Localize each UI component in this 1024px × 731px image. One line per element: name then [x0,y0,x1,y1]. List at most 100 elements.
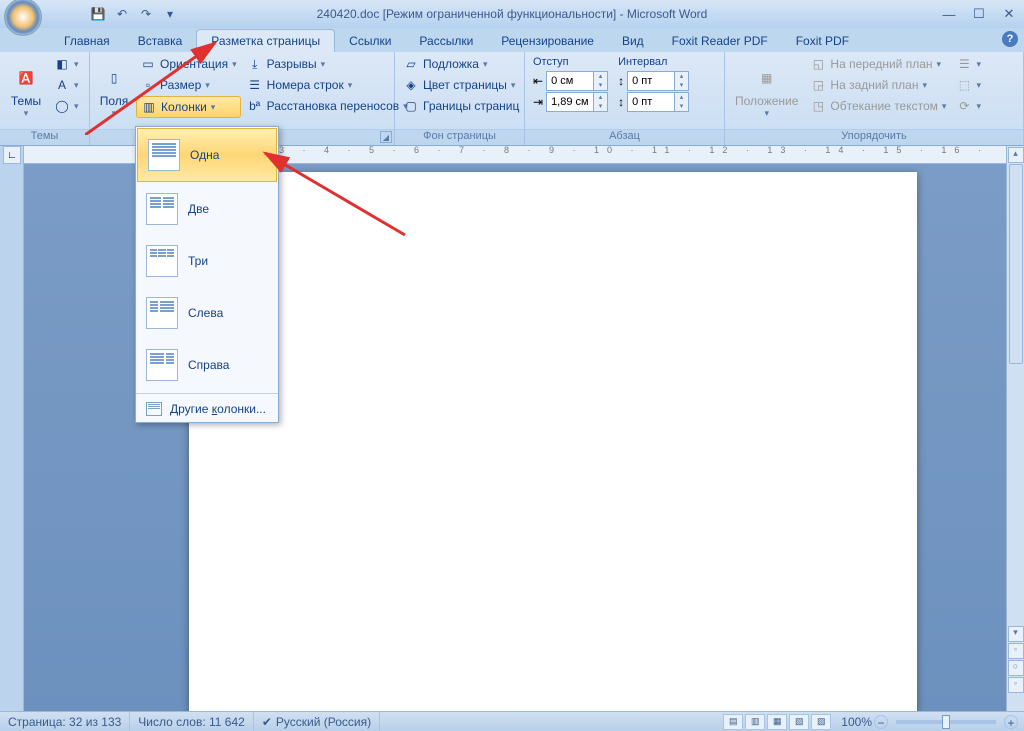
more-columns-button[interactable]: Другие колонки... [136,396,278,422]
columns-option-two[interactable]: Две [136,183,278,235]
more-columns-label: Другие колонки... [170,402,266,416]
view-full-screen-icon[interactable]: ▥ [745,714,765,730]
size-icon: ▫ [140,77,156,93]
spacing-before-icon: ↕ [618,74,624,88]
scroll-thumb[interactable] [1009,164,1023,364]
zoom-out-button[interactable]: − [874,715,888,729]
minimize-button[interactable]: — [934,4,964,24]
columns-right-label: Справа [188,358,229,372]
two-column-icon [146,193,178,225]
columns-icon: ▥ [141,99,157,115]
spacing-after-input[interactable] [628,94,674,110]
qat-dropdown-icon[interactable]: ▾ [160,4,180,24]
size-button[interactable]: ▫Размер▾ [136,75,241,95]
margins-button[interactable]: ▯ Поля▾ [94,54,134,127]
tab-view[interactable]: Вид [608,30,658,52]
left-column-icon [146,297,178,329]
vertical-scrollbar[interactable]: ▴ ▾ ◦ ○ ◦ [1006,146,1024,711]
indent-left-spinner[interactable]: ▴▾ [546,71,608,91]
zoom-slider[interactable] [896,720,996,724]
window-title: 240420.doc [Режим ограниченной функциона… [317,7,708,21]
columns-option-left[interactable]: Слева [136,287,278,339]
spacing-after-icon: ↕ [618,95,624,109]
line-numbers-button[interactable]: ☰Номера строк▾ [243,75,412,95]
columns-button[interactable]: ▥Колонки▾ [136,96,241,118]
page-borders-button[interactable]: ▢Границы страниц [399,96,523,116]
indent-right-spinner[interactable]: ▴▾ [546,92,608,112]
tab-foxit-reader[interactable]: Foxit Reader PDF [658,30,782,52]
theme-colors-button[interactable]: ◧▾ [50,54,83,74]
save-icon[interactable]: 💾 [88,4,108,24]
right-column-icon [146,349,178,381]
send-back-button: ◲На задний план▾ [806,75,950,95]
status-bar: Страница: 32 из 133 Число слов: 11 642 ✔… [0,711,1024,731]
theme-effects-button[interactable]: ◯▾ [50,96,83,116]
redo-icon[interactable]: ↷ [136,4,156,24]
indent-right-icon: ⇥ [533,95,543,109]
status-words[interactable]: Число слов: 11 642 [130,712,254,731]
group-background: ▱Подложка▾ ◈Цвет страницы▾ ▢Границы стра… [395,52,525,145]
status-language[interactable]: ✔Русский (Россия) [254,712,380,731]
next-page-icon[interactable]: ◦ [1008,677,1024,693]
theme-fonts-button[interactable]: A▾ [50,75,83,95]
indent-label: Отступ [533,56,608,70]
group-icon: ⬚ [956,77,972,93]
columns-one-label: Одна [190,148,219,162]
zoom-in-button[interactable]: + [1004,715,1018,729]
tab-review[interactable]: Рецензирование [487,30,608,52]
indent-right-input[interactable] [547,94,593,110]
group-themes: 🅰️ Темы▾ ◧▾ A▾ ◯▾ Темы [0,52,90,145]
themes-button[interactable]: 🅰️ Темы▾ [4,54,48,127]
align-button: ☰▾ [952,54,985,74]
group-paragraph: Отступ ⇤▴▾ ⇥▴▾ Интервал ↕▴▾ ↕▴▾ Абзац [525,52,725,145]
prev-page-icon[interactable]: ◦ [1008,643,1024,659]
help-icon[interactable]: ? [1002,31,1018,47]
bring-front-button: ◱На передний план▾ [806,54,950,74]
breaks-button[interactable]: ⤓Разрывы▾ [243,54,412,74]
indent-left-input[interactable] [547,73,593,89]
tab-page-layout[interactable]: Разметка страницы [196,29,335,52]
columns-option-three[interactable]: Три [136,235,278,287]
spacing-before-spinner[interactable]: ▴▾ [627,71,689,91]
tab-home[interactable]: Главная [50,30,124,52]
spacing-before-input[interactable] [628,73,674,89]
page-color-button[interactable]: ◈Цвет страницы▾ [399,75,523,95]
columns-option-one[interactable]: Одна [137,128,277,182]
tab-insert[interactable]: Вставка [124,30,197,52]
tab-selector[interactable]: ∟ [3,146,21,164]
view-draft-icon[interactable]: ▨ [811,714,831,730]
spacing-after-spinner[interactable]: ▴▾ [627,92,689,112]
scroll-down-icon[interactable]: ▾ [1008,626,1024,642]
zoom-level[interactable]: 100% [841,715,872,729]
columns-two-label: Две [188,202,209,216]
columns-option-right[interactable]: Справа [136,339,278,391]
tab-mailings[interactable]: Рассылки [405,30,487,52]
undo-icon[interactable]: ↶ [112,4,132,24]
scroll-up-icon[interactable]: ▴ [1008,147,1024,163]
maximize-button[interactable]: ☐ [964,4,994,24]
group-arrange-label: Упорядочить [725,129,1023,145]
view-print-layout-icon[interactable]: ▤ [723,714,743,730]
watermark-button[interactable]: ▱Подложка▾ [399,54,523,74]
view-web-icon[interactable]: ▦ [767,714,787,730]
hyphenation-button[interactable]: bªРасстановка переносов▾ [243,96,412,116]
status-page[interactable]: Страница: 32 из 133 [0,712,130,731]
page-setup-launcher[interactable]: ◢ [380,131,392,143]
page[interactable] [189,172,917,711]
one-column-icon [148,139,180,171]
orientation-button[interactable]: ▭Ориентация▾ [136,54,241,74]
group-background-label: Фон страницы [395,129,524,145]
browse-object-icon[interactable]: ○ [1008,660,1024,676]
quick-access-toolbar: 💾 ↶ ↷ ▾ [88,4,180,24]
dropdown-separator [136,393,278,394]
columns-three-label: Три [188,254,208,268]
zoom-thumb[interactable] [942,715,950,729]
watermark-icon: ▱ [403,56,419,72]
back-icon: ◲ [810,77,826,93]
tab-foxit-pdf[interactable]: Foxit PDF [782,30,863,52]
view-outline-icon[interactable]: ▧ [789,714,809,730]
align-icon: ☰ [956,56,972,72]
tab-references[interactable]: Ссылки [335,30,405,52]
close-button[interactable]: ✕ [994,4,1024,24]
ribbon-tabs: Главная Вставка Разметка страницы Ссылки… [0,28,1024,52]
